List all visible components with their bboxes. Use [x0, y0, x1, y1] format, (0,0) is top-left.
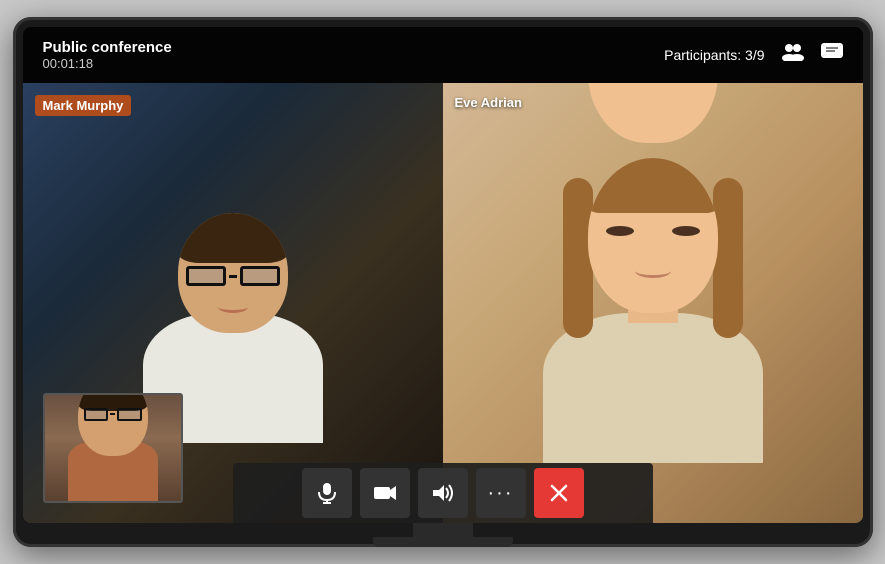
- video-grid: Mark Murphy: [23, 83, 863, 523]
- participants-icon[interactable]: [781, 43, 805, 67]
- volume-button[interactable]: [418, 468, 468, 518]
- tv-screen: Public conference 00:01:18 Participants:…: [23, 27, 863, 523]
- more-dots-icon: ···: [488, 483, 514, 503]
- conference-timer: 00:01:18: [43, 56, 172, 71]
- more-options-button[interactable]: ···: [476, 468, 526, 518]
- tv-stand-base: [373, 537, 513, 547]
- conference-title: Public conference: [43, 39, 172, 56]
- control-bar: ···: [233, 463, 653, 523]
- eve-adrian-label: Eve Adrian: [455, 95, 522, 110]
- video-panel-eve: Eve Adrian: [443, 83, 863, 523]
- mic-button[interactable]: [302, 468, 352, 518]
- participants-count: Participants: 3/9: [664, 47, 764, 63]
- mark-murphy-label: Mark Murphy: [35, 95, 132, 116]
- conference-info: Public conference 00:01:18: [43, 39, 172, 71]
- chat-icon[interactable]: [821, 43, 843, 67]
- thumbnail-panel: [43, 393, 183, 503]
- video-panel-mark: Mark Murphy: [23, 83, 443, 523]
- header-right: Participants: 3/9: [664, 43, 842, 67]
- header-bar: Public conference 00:01:18 Participants:…: [23, 27, 863, 83]
- tv-stand-neck: [413, 523, 473, 537]
- tv-frame: Public conference 00:01:18 Participants:…: [13, 17, 873, 547]
- camera-button[interactable]: [360, 468, 410, 518]
- end-call-button[interactable]: [534, 468, 584, 518]
